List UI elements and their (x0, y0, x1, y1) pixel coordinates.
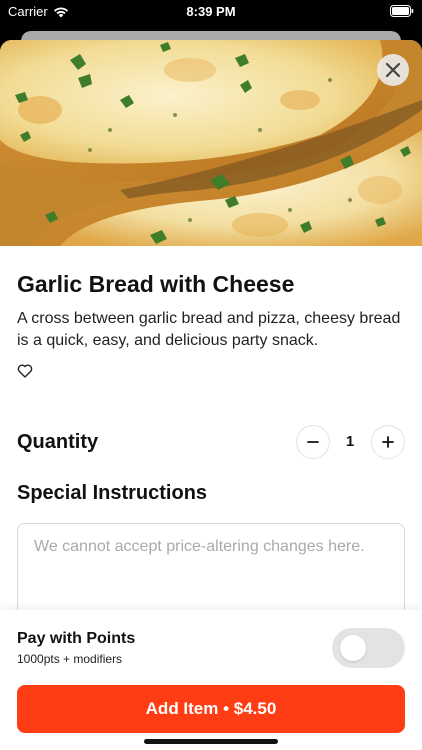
close-icon (385, 62, 401, 78)
quantity-label: Quantity (17, 431, 99, 453)
home-indicator (144, 739, 278, 744)
minus-icon (307, 441, 319, 443)
special-instructions-label: Special Instructions (17, 482, 208, 504)
item-description: A cross between garlic bread and pizza, … (17, 310, 401, 349)
pay-with-points-label: Pay with Points (17, 630, 136, 647)
heart-outline-icon[interactable] (17, 363, 33, 379)
item-title: Garlic Bread with Cheese (17, 271, 295, 297)
close-button[interactable] (377, 54, 409, 86)
quantity-value: 1 (345, 433, 355, 450)
status-time: 8:39 PM (186, 4, 236, 19)
quantity-increment-button[interactable] (371, 425, 405, 459)
battery-icon (390, 5, 414, 17)
item-detail-screen: Carrier 8:39 PM Garlic Bread with Cheese… (0, 0, 422, 750)
pay-with-points-toggle[interactable] (332, 628, 405, 668)
checkout-bar: Pay with Points 1000pts + modifiers Add … (0, 610, 422, 750)
item-sheet: Garlic Bread with Cheese A cross between… (0, 40, 422, 750)
quantity-decrement-button[interactable] (296, 425, 330, 459)
status-bar: Carrier 8:39 PM (0, 0, 422, 24)
item-photo (0, 40, 422, 246)
garlic-bread-photo (0, 40, 422, 246)
plus-icon (382, 436, 394, 448)
toggle-knob (340, 635, 366, 661)
add-item-button[interactable]: Add Item • $4.50 (17, 685, 405, 733)
pay-with-points-subtitle: 1000pts + modifiers (17, 652, 123, 666)
special-instructions-input[interactable] (17, 523, 405, 623)
